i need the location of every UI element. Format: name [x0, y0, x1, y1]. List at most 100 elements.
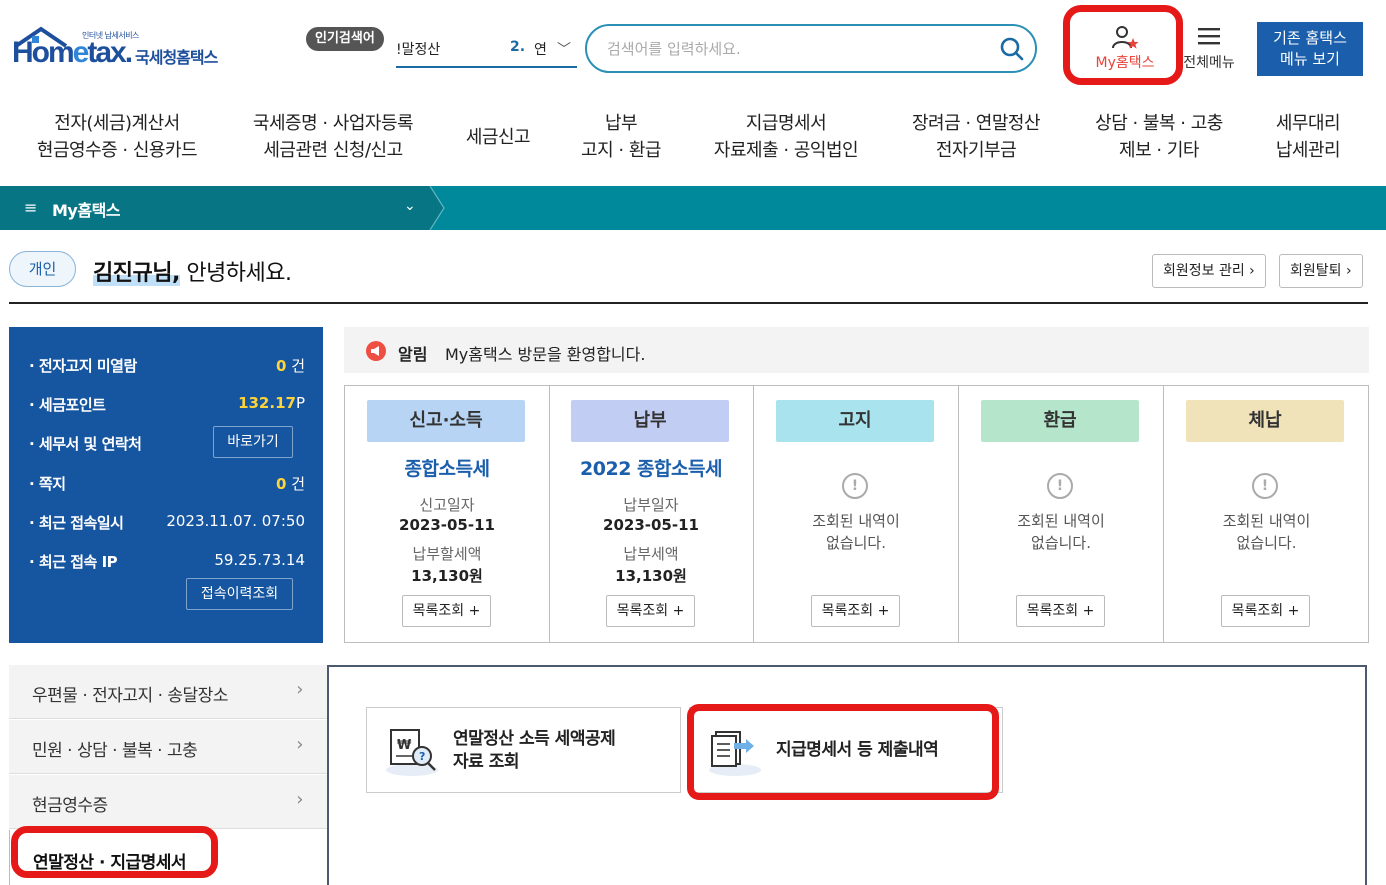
gnb-agent[interactable]: 세무대리 납세관리 — [1262, 110, 1354, 164]
side-menu-item-cash-receipt[interactable]: 현금영수증 › — [9, 775, 327, 829]
content-panel: ₩ ? 연말정산 소득 세액공제 자료 조회 지급명세서 등 제출내역 — [327, 665, 1367, 885]
old-menu-line1: 기존 홈택스 — [1273, 29, 1347, 47]
user-info-panel: · 전자고지 미열람 0 건 · 세금포인트 132.17P · 세무서 및 연… — [9, 327, 323, 643]
withdraw-button[interactable]: 회원탈퇴 › — [1279, 254, 1363, 288]
popular-search-badge: 인기검색어 — [306, 27, 384, 51]
popular-rank-text[interactable]: 연 — [534, 39, 547, 59]
member-info-button[interactable]: 회원정보 관리 › — [1152, 254, 1266, 288]
divider — [9, 302, 1368, 304]
list-view-button[interactable]: 목록조회 + — [1221, 595, 1310, 627]
logo-korean: 국세청홈택스 — [135, 48, 218, 67]
all-menu-label: 전체메뉴 — [1183, 55, 1235, 71]
logo-wordmark: Hometax. — [12, 36, 133, 70]
chevron-right-icon: › — [296, 679, 303, 700]
side-menu-item-mail[interactable]: 우편물 · 전자고지 · 송달장소 › — [9, 665, 327, 719]
status-label: 납부세액 — [623, 545, 679, 563]
status-tag: 체납 — [1186, 400, 1344, 442]
side-menu-item-year-end-active[interactable]: 연말정산 · 지급명세서 — [9, 830, 327, 885]
info-value[interactable]: 0 건 — [276, 355, 305, 376]
status-cell-report: 신고·소득 종합소득세 신고일자 2023-05-11 납부할세액 13,130… — [345, 386, 550, 642]
search-icon[interactable] — [999, 36, 1025, 62]
side-menu-item-civil[interactable]: 민원 · 상담 · 불복 · 고충 › — [9, 720, 327, 774]
logo-part-e: e — [72, 36, 90, 69]
empty-message: 조회된 내역이없습니다. — [754, 510, 958, 554]
card-year-end-deduction[interactable]: ₩ ? 연말정산 소득 세액공제 자료 조회 — [366, 707, 681, 793]
info-value[interactable]: 0 건 — [276, 473, 305, 494]
popular-keyword[interactable]: !말정산 — [396, 39, 440, 59]
logo-part: Hom — [12, 36, 75, 69]
empty-line: 조회된 내역이 — [1017, 512, 1105, 530]
card-title: 연말정산 소득 세액공제 자료 조회 — [453, 728, 616, 774]
info-label: · 쪽지 — [29, 475, 66, 493]
side-menu-label: 연말정산 · 지급명세서 — [33, 853, 187, 873]
info-label: · 최근 접속일시 — [29, 514, 124, 532]
breadcrumb-arrow-icon — [426, 186, 445, 230]
tax-office-shortcut-button[interactable]: 바로가기 — [213, 426, 293, 458]
chevron-down-icon[interactable]: ⌄ — [404, 198, 416, 214]
access-history-button[interactable]: 접속이력조회 — [186, 578, 293, 610]
old-hometax-menu-button[interactable]: 기존 홈택스 메뉴 보기 — [1257, 22, 1363, 76]
list-view-button[interactable]: 목록조회 + — [606, 595, 695, 627]
empty-message: 조회된 내역이 없습니다. — [959, 510, 1163, 554]
old-menu-line2: 메뉴 보기 — [1280, 50, 1340, 68]
popular-rank-number: 2. — [510, 39, 526, 55]
gnb-tax-report[interactable]: 세금신고 — [455, 124, 541, 151]
card-payment-statement-history[interactable]: 지급명세서 등 제출내역 — [689, 707, 1003, 793]
gnb-line: 현금영수증 · 신용카드 — [36, 140, 198, 161]
greeting-area: 개인 김진규님, 안녕하세요. 회원정보 관리 › 회원탈퇴 › — [0, 230, 1386, 305]
info-label: · 최근 접속 IP — [29, 553, 118, 571]
status-tag: 환급 — [981, 400, 1139, 442]
status-cell-arrears: 체납 ! 조회된 내역이 없습니다. 목록조회 + — [1164, 386, 1369, 642]
main-navigation: 전자(세금)계산서 현금영수증 · 신용카드 국세증명 · 사업자등록 세금관련… — [0, 100, 1386, 186]
location-title: My홈택스 — [52, 201, 121, 220]
gnb-certificate[interactable]: 국세증명 · 사업자등록 세금관련 신청/신고 — [240, 110, 426, 164]
status-cell-payment: 납부 2022 종합소득세 납부일자 2023-05-11 납부세액 13,13… — [549, 386, 754, 642]
points-value: 132.17 — [238, 394, 296, 412]
hometax-logo[interactable]: 인터넷 납세서비스 Hometax. 국세청홈택스 — [10, 22, 240, 72]
status-cell-notice: 고지 ! 조회된 내역이 없습니다. 목록조회 + — [754, 386, 959, 642]
empty-line: 조회된 내역이 — [812, 512, 900, 530]
status-tag: 고지 — [776, 400, 934, 442]
status-value: 13,130원 — [615, 567, 687, 585]
chevron-down-icon[interactable]: ﹀ — [557, 39, 571, 59]
status-tax-name[interactable]: 종합소득세 — [345, 454, 549, 481]
card-title: 지급명세서 등 제출내역 — [776, 739, 939, 762]
gnb-line: 납세관리 — [1275, 140, 1341, 161]
gnb-consult[interactable]: 상담 · 불복 · 고충 제보 · 기타 — [1082, 110, 1236, 164]
all-menu-button[interactable]: 전체메뉴 — [1176, 24, 1242, 76]
info-row-last-login: · 최근 접속일시 2023.11.07. 07:50 — [29, 512, 305, 536]
logo-part-tax: tax. — [87, 36, 133, 69]
exclamation-icon: ! — [1047, 473, 1073, 499]
status-tag: 신고·소득 — [367, 400, 525, 442]
info-row-last-ip: · 최근 접속 IP 59.25.73.14 — [29, 551, 305, 575]
edge-marker — [0, 866, 4, 878]
gnb-line: 세금관련 신청/신고 — [263, 140, 403, 161]
gnb-line: 자료제출 · 공익법인 — [713, 140, 859, 161]
popular-keyword-roller[interactable]: !말정산 2. 연 ﹀ — [396, 37, 577, 68]
list-view-button[interactable]: 목록조회 + — [811, 595, 900, 627]
gnb-year-end[interactable]: 장려금 · 연말정산 전자기부금 — [900, 110, 1052, 164]
my-hometax-button[interactable]: My홈택스 — [1082, 22, 1168, 76]
notice-text: My홈택스 방문을 환영합니다. — [445, 345, 646, 364]
list-view-button[interactable]: 목록조회 + — [402, 595, 491, 627]
my-hometax-label: My홈택스 — [1095, 55, 1155, 71]
status-tax-name[interactable]: 2022 종합소득세 — [549, 454, 753, 481]
empty-line: 조회된 내역이 — [1222, 512, 1311, 530]
gnb-line: 전자기부금 — [935, 140, 1017, 161]
card-line: 연말정산 소득 세액공제 — [453, 729, 616, 749]
gnb-line: 세금신고 — [465, 127, 531, 148]
status-label: 납부할세액 — [412, 545, 482, 563]
list-view-button[interactable]: 목록조회 + — [1016, 595, 1105, 627]
greeting-suffix: 안녕하세요. — [179, 261, 292, 286]
gnb-e-invoice[interactable]: 전자(세금)계산서 현금영수증 · 신용카드 — [32, 110, 202, 164]
side-menu-label: 민원 · 상담 · 불복 · 고충 — [32, 741, 198, 761]
empty-line: 없습니다. — [826, 534, 886, 552]
megaphone-icon — [366, 341, 386, 361]
status-value: 2023-05-11 — [399, 516, 495, 534]
info-value[interactable]: 132.17P — [238, 394, 305, 412]
memo-count: 0 — [275, 475, 287, 493]
search-input[interactable] — [607, 36, 987, 62]
menu-icon: ≡ — [24, 198, 38, 217]
gnb-payment-statement[interactable]: 지급명세서 자료제출 · 공익법인 — [702, 110, 870, 164]
gnb-payment[interactable]: 납부 고지 · 환급 — [570, 110, 672, 164]
